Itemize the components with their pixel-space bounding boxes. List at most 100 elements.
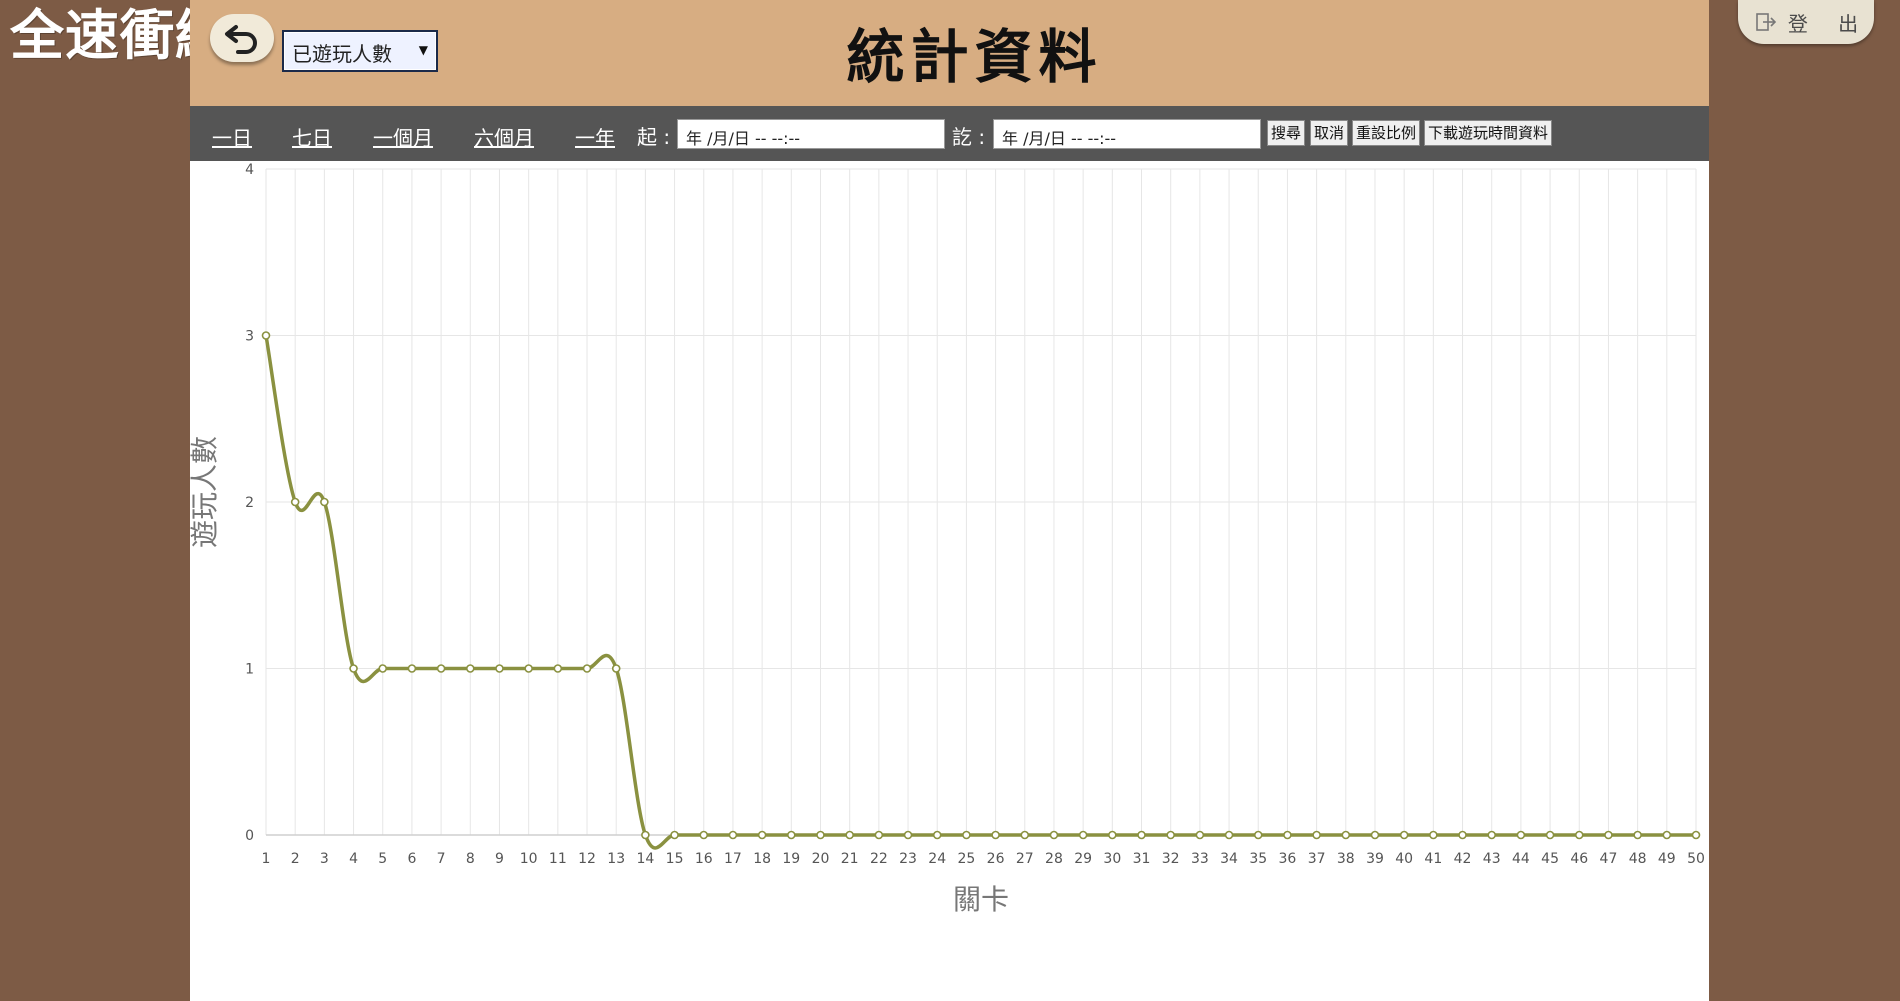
data-point[interactable] — [1516, 830, 1526, 840]
data-point[interactable] — [1137, 830, 1146, 840]
data-point[interactable] — [1487, 830, 1497, 840]
x-tick-label: 16 — [695, 851, 713, 867]
y-tick-label: 0 — [245, 828, 254, 844]
data-point[interactable] — [611, 664, 621, 673]
data-point[interactable] — [1633, 830, 1642, 840]
data-point[interactable] — [349, 664, 358, 673]
x-tick-label: 36 — [1279, 851, 1297, 867]
range-link-one-month[interactable]: 一個月 — [373, 122, 433, 151]
data-point[interactable] — [378, 664, 388, 673]
x-tick-label: 6 — [407, 851, 416, 867]
range-link-seven-days[interactable]: 七日 — [292, 122, 332, 151]
data-point[interactable] — [845, 830, 854, 840]
data-point[interactable] — [582, 664, 592, 673]
data-point[interactable] — [1108, 830, 1117, 840]
data-point[interactable] — [1020, 830, 1030, 840]
data-point[interactable] — [962, 830, 971, 840]
data-point[interactable] — [1341, 830, 1351, 840]
data-point[interactable] — [1224, 830, 1234, 840]
search-button[interactable]: 搜尋 — [1267, 120, 1306, 146]
data-point[interactable] — [436, 664, 446, 673]
x-tick-label: 43 — [1483, 851, 1501, 867]
x-tick-label: 35 — [1249, 851, 1267, 867]
x-tick-label: 1 — [262, 851, 271, 867]
data-point[interactable] — [1283, 830, 1292, 840]
x-tick-label: 17 — [724, 851, 742, 867]
x-tick-label: 27 — [1016, 851, 1034, 867]
x-tick-label: 26 — [987, 851, 1005, 867]
x-tick-label: 38 — [1337, 851, 1355, 867]
data-point[interactable] — [1049, 830, 1059, 840]
x-tick-label: 40 — [1395, 851, 1413, 867]
data-point[interactable] — [728, 830, 738, 840]
data-point[interactable] — [991, 830, 1000, 840]
to-date-input[interactable]: 年 /月/日 -- --:-- — [993, 119, 1261, 149]
data-point[interactable] — [1429, 830, 1438, 840]
data-point[interactable] — [1370, 830, 1380, 840]
x-tick-label: 29 — [1074, 851, 1092, 867]
data-point[interactable] — [465, 664, 475, 673]
x-tick-label: 18 — [753, 851, 771, 867]
data-point[interactable] — [407, 664, 417, 673]
data-point[interactable] — [553, 664, 563, 673]
from-date-input[interactable]: 年 /月/日 -- --:-- — [677, 119, 945, 149]
reset-scale-button[interactable]: 重設比例 — [1352, 120, 1421, 146]
data-point[interactable] — [932, 830, 942, 840]
data-point[interactable] — [757, 830, 767, 840]
data-point[interactable] — [816, 830, 825, 840]
data-point[interactable] — [1195, 830, 1205, 840]
data-point[interactable] — [903, 830, 913, 840]
range-link-six-months[interactable]: 六個月 — [474, 122, 534, 151]
line-chart[interactable]: 1 2 3 4 5 6 7 8 9 10 11 12 13 14 15 16 17 18 19 20 21 22 23 24 2… — [190, 161, 1709, 1001]
data-point[interactable] — [1253, 830, 1263, 840]
x-tick-label: 32 — [1162, 851, 1180, 867]
x-tick-label: 48 — [1629, 851, 1647, 867]
series-line — [264, 335, 1696, 850]
x-tick-label: 41 — [1424, 851, 1442, 867]
page-title: 統計資料 — [846, 23, 1103, 91]
data-point[interactable] — [670, 830, 679, 840]
data-point[interactable] — [495, 664, 504, 673]
x-tick-label: 2 — [291, 851, 300, 867]
data-point[interactable] — [1604, 830, 1613, 840]
range-link-one-day[interactable]: 一日 — [212, 122, 252, 151]
cancel-button[interactable]: 取消 — [1310, 120, 1349, 146]
data-point[interactable] — [1458, 830, 1467, 840]
x-tick-label: 25 — [957, 851, 975, 867]
x-tick-label: 8 — [466, 851, 475, 867]
data-point[interactable] — [524, 664, 533, 673]
x-tick-label: 47 — [1600, 851, 1618, 867]
chart-area: 1 2 3 4 5 6 7 8 9 10 11 12 13 14 15 16 17 18 19 20 21 22 23 24 2… — [190, 161, 1709, 1001]
data-point[interactable] — [261, 331, 271, 340]
x-tick-label: 45 — [1541, 851, 1559, 867]
main-panel: 已遊玩人數 ▼ 統計資料 一日 七日 一個月 六個月 一年 起 : 年 /月/日… — [190, 0, 1709, 1001]
x-tick-label: 44 — [1512, 851, 1530, 867]
toolbar: 一日 七日 一個月 六個月 一年 起 : 年 /月/日 -- --:-- 訖 :… — [190, 106, 1709, 161]
data-point[interactable] — [290, 497, 300, 507]
x-tick-label: 11 — [549, 851, 567, 867]
y-tick-label: 1 — [245, 662, 254, 678]
data-point[interactable] — [1691, 830, 1701, 840]
logout-label: 登 出 — [1787, 11, 1871, 36]
x-tick-label: 42 — [1454, 851, 1472, 867]
y-axis-title: 遊玩人數 — [190, 436, 221, 548]
data-point[interactable] — [699, 830, 709, 840]
data-point[interactable] — [320, 497, 329, 507]
download-playtime-button[interactable]: 下載遊玩時間資料 — [1424, 120, 1553, 146]
x-tick-label: 46 — [1570, 851, 1588, 867]
data-point[interactable] — [1312, 830, 1321, 840]
header: 已遊玩人數 ▼ 統計資料 — [190, 0, 1709, 106]
data-point[interactable] — [1166, 830, 1175, 840]
y-tick-label: 4 — [245, 162, 254, 178]
data-point[interactable] — [1662, 830, 1672, 840]
data-point[interactable] — [1545, 830, 1555, 840]
data-point[interactable] — [874, 830, 884, 840]
logout-button[interactable]: 登 出 — [1738, 0, 1874, 44]
data-point[interactable] — [641, 830, 650, 840]
data-point[interactable] — [1399, 830, 1409, 840]
x-tick-label: 50 — [1687, 851, 1705, 867]
range-link-one-year[interactable]: 一年 — [575, 122, 615, 151]
data-point[interactable] — [787, 830, 796, 840]
data-point[interactable] — [1574, 830, 1584, 840]
data-point[interactable] — [1078, 830, 1088, 840]
